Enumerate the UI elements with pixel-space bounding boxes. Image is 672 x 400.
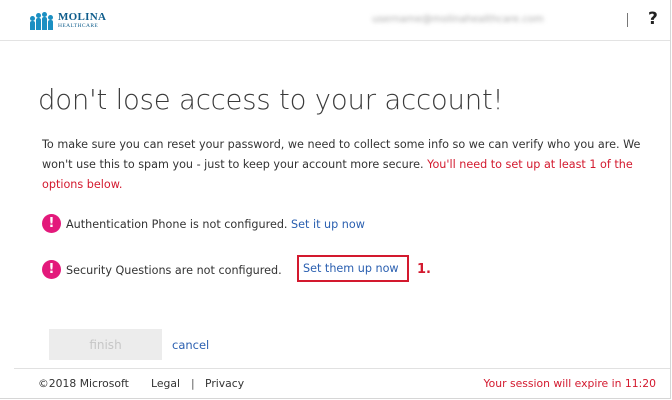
- auth-phone-status-text: Authentication Phone is not configured.: [66, 218, 288, 231]
- security-questions-status-text: Security Questions are not configured.: [66, 264, 282, 277]
- annotation-step-number: 1.: [417, 262, 431, 277]
- privacy-link[interactable]: Privacy: [205, 369, 244, 399]
- header: MOLINA HEALTHCARE username@molinahealthc…: [0, 0, 670, 41]
- signed-in-user-email: username@molinahealthcare.com: [372, 14, 544, 25]
- legal-link[interactable]: Legal: [151, 369, 180, 399]
- cancel-link[interactable]: cancel: [172, 335, 209, 355]
- footer-separator: |: [191, 377, 195, 390]
- molina-logo[interactable]: MOLINA HEALTHCARE: [30, 11, 106, 31]
- finish-button[interactable]: finish: [49, 329, 162, 360]
- page-frame: MOLINA HEALTHCARE username@molinahealthc…: [0, 0, 671, 399]
- page-title: don't lose access to your account!: [38, 84, 504, 116]
- footer: ©2018 Microsoft Legal | Privacy Your ses…: [14, 368, 670, 399]
- session-expiry-text: Your session will expire in 11:20: [483, 377, 656, 390]
- exclamation-circle-icon: !: [42, 214, 61, 233]
- annotation-highlight-box: Set them up now: [297, 255, 409, 282]
- set-up-security-questions-link[interactable]: Set them up now: [303, 259, 399, 279]
- logo-brand-text: MOLINA: [58, 11, 107, 23]
- exclamation-circle-icon: !: [42, 260, 61, 279]
- help-icon[interactable]: ?: [648, 8, 658, 30]
- set-up-phone-link[interactable]: Set it up now: [291, 218, 365, 231]
- intro-paragraph: To make sure you can reset your password…: [42, 135, 670, 195]
- logo-subtitle-text: HEALTHCARE: [58, 23, 99, 29]
- header-divider: [627, 13, 628, 27]
- copyright-text: ©2018 Microsoft: [38, 377, 129, 390]
- molina-people-icon: [30, 12, 56, 30]
